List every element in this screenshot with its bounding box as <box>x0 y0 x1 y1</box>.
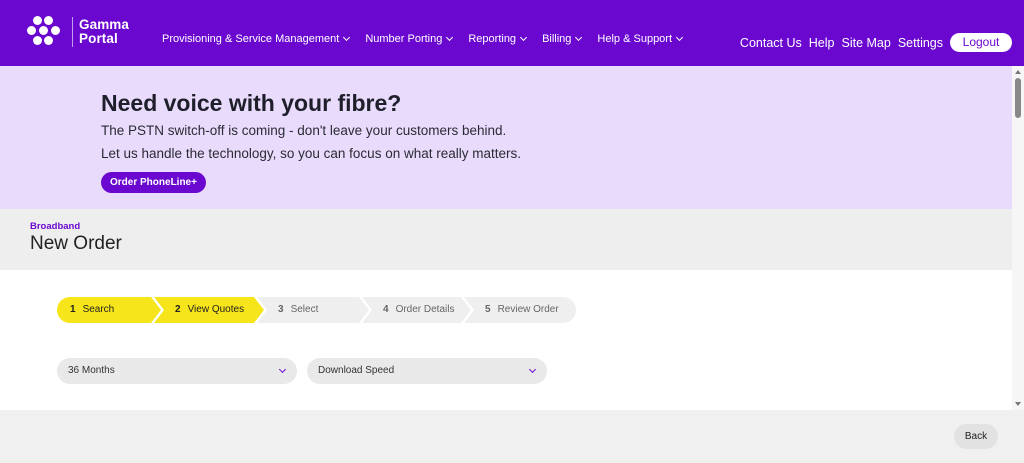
nav-billing[interactable]: Billing <box>542 33 583 45</box>
gamma-logo-icon[interactable] <box>27 14 67 54</box>
brand-line-1: Gamma <box>79 17 130 32</box>
help-link[interactable]: Help <box>809 36 835 50</box>
banner-text-line-2: Let us handle the technology, so you can… <box>101 146 521 161</box>
step-view-quotes[interactable]: 2 View Quotes <box>154 297 264 323</box>
nav-number-porting[interactable]: Number Porting <box>365 33 454 45</box>
chevron-down-icon <box>446 33 454 42</box>
nav-label: Billing <box>542 33 572 45</box>
step-order-details: 4 Order Details <box>362 297 471 323</box>
main-nav: Provisioning & Service Management Number… <box>162 33 698 45</box>
banner-title: Need voice with your fibre? <box>101 90 402 116</box>
chevron-down-icon <box>343 33 351 42</box>
download-speed-select[interactable]: Download Speed <box>307 358 547 384</box>
nav-provisioning[interactable]: Provisioning & Service Management <box>162 33 351 45</box>
contract-term-value: 36 Months <box>68 365 115 376</box>
step-review-order: 5 Review Order <box>464 297 576 323</box>
utility-links: Contact Us Help Site Map Settings <box>733 36 943 50</box>
promo-banner: Need voice with your fibre? The PSTN swi… <box>0 66 1012 209</box>
step-number: 1 <box>70 304 76 315</box>
order-progress-steps: 1 Search Quotes 2 View Quotes 3 Select Pack… <box>57 297 576 323</box>
contract-term-select[interactable]: 36 Months <box>57 358 297 384</box>
step-number: 5 <box>485 304 491 315</box>
logo-divider <box>72 17 73 47</box>
step-label: Order Details <box>395 304 455 315</box>
scrollbar-thumb[interactable] <box>1015 78 1021 118</box>
step-label: Search Quotes <box>70 304 115 341</box>
order-phoneline-button[interactable]: Order PhoneLine+ <box>101 172 206 193</box>
brand-line-2: Portal <box>79 31 118 46</box>
back-button[interactable]: Back <box>954 424 998 449</box>
page-scrollbar[interactable] <box>1012 66 1024 410</box>
nav-label: Provisioning & Service Management <box>162 33 340 45</box>
main-content: 1 Search Quotes 2 View Quotes 3 Select Pack… <box>0 270 1012 410</box>
step-label: Select Package <box>278 304 319 341</box>
site-map-link[interactable]: Site Map <box>841 36 890 50</box>
nav-reporting[interactable]: Reporting <box>468 33 528 45</box>
settings-link[interactable]: Settings <box>898 36 943 50</box>
step-label: View Quotes <box>187 304 245 315</box>
chevron-down-icon <box>575 33 583 42</box>
step-label: Review Order <box>497 304 559 315</box>
step-select-package: 3 Select Package <box>257 297 369 323</box>
top-navigation-bar: Gamma Portal Provisioning & Service Mana… <box>0 0 1024 66</box>
logout-button[interactable]: Logout <box>950 33 1012 52</box>
nav-label: Help & Support <box>597 33 673 45</box>
step-search-quotes[interactable]: 1 Search Quotes <box>57 297 161 323</box>
scroll-down-arrow-icon[interactable] <box>1015 402 1021 406</box>
step-number: 3 <box>278 304 284 315</box>
nav-label: Reporting <box>468 33 517 45</box>
chevron-down-icon <box>278 365 287 374</box>
chevron-down-icon <box>528 365 537 374</box>
page-title: New Order <box>30 233 122 254</box>
nav-help-support[interactable]: Help & Support <box>597 33 684 45</box>
page-header: Broadband New Order <box>0 209 1012 270</box>
step-number: 4 <box>383 304 389 315</box>
brand-name[interactable]: Gamma Portal <box>79 18 129 46</box>
breadcrumb[interactable]: Broadband <box>30 221 80 232</box>
download-speed-value: Download Speed <box>318 365 395 376</box>
nav-label: Number Porting <box>365 33 443 45</box>
chevron-down-icon <box>675 33 684 42</box>
chevron-down-icon <box>520 33 528 42</box>
scroll-up-arrow-icon[interactable] <box>1015 70 1021 74</box>
banner-text-line-1: The PSTN switch-off is coming - don't le… <box>101 123 507 138</box>
step-number: 2 <box>175 304 181 315</box>
contact-us-link[interactable]: Contact Us <box>740 36 802 50</box>
